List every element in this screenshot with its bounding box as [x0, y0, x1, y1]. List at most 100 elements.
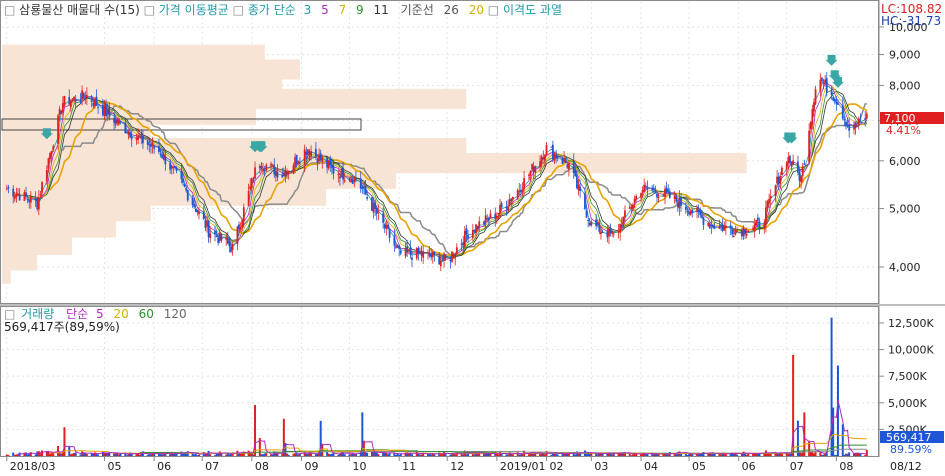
volume-profile-bar — [2, 235, 73, 256]
candle-body — [617, 230, 620, 232]
candle-body — [230, 246, 232, 252]
candle-body — [411, 257, 413, 260]
candle-body — [329, 159, 332, 166]
candle-body — [138, 136, 141, 138]
candle-body — [191, 197, 194, 205]
candle-body — [444, 254, 447, 259]
candle-body — [273, 165, 276, 175]
candle-body — [231, 244, 234, 251]
candle-body — [460, 243, 463, 245]
candle-body — [489, 213, 492, 218]
candle-body — [564, 158, 567, 163]
candle-body — [319, 153, 322, 161]
candle-body — [664, 188, 666, 197]
candle-body — [657, 196, 660, 199]
candle-body — [718, 226, 721, 229]
candle-body — [404, 247, 407, 257]
candle-body — [521, 189, 524, 192]
candle-body — [249, 185, 252, 190]
candle-body — [198, 211, 200, 215]
candle-body — [321, 157, 324, 162]
volume-bar — [265, 453, 268, 456]
candle-body — [226, 237, 229, 244]
candle-body — [865, 113, 868, 119]
candle-body — [137, 135, 140, 140]
candle-body — [787, 157, 790, 163]
candle-body — [428, 253, 431, 257]
candle-body — [792, 160, 795, 165]
candle-body — [327, 161, 330, 169]
candle-body — [34, 198, 37, 201]
candle-body — [359, 178, 362, 189]
candle-body — [60, 111, 63, 114]
candle-body — [723, 226, 726, 231]
candle-body — [848, 124, 851, 131]
legend-marker-icon: □ — [233, 3, 244, 17]
candle-body — [596, 222, 599, 225]
candle-body — [146, 141, 149, 145]
candle-body — [419, 252, 421, 254]
candle-body — [129, 132, 132, 138]
candle-body — [355, 178, 357, 180]
candle-body — [779, 176, 782, 184]
candle-body — [543, 155, 546, 161]
candle-body — [745, 233, 748, 236]
candle-body — [620, 224, 623, 227]
candle-body — [531, 164, 533, 170]
candle-body — [611, 231, 614, 234]
candle-body — [348, 178, 351, 181]
candle-body — [398, 245, 401, 249]
candle-body — [462, 242, 465, 246]
volume-bar — [511, 454, 514, 456]
candle-body — [584, 193, 586, 209]
candle-body — [654, 190, 657, 194]
candle-body — [452, 253, 455, 257]
candle-body — [505, 206, 508, 209]
candle-body — [79, 100, 82, 102]
candle-body — [676, 202, 679, 208]
candle-body — [36, 198, 39, 209]
date-tick-label: 08 — [255, 460, 269, 473]
candle-body — [622, 216, 625, 225]
candle-body — [449, 259, 452, 261]
date-tick-label: 2018/03 — [10, 460, 56, 473]
candle-body — [776, 176, 779, 184]
volume-bar — [579, 453, 582, 456]
candle-body — [732, 236, 735, 238]
candle-body — [843, 119, 846, 121]
candle-body — [774, 185, 777, 197]
chart-title: 삼룡물산 매물대 수(15) — [19, 3, 140, 17]
candle-body — [169, 162, 172, 170]
candle-body — [454, 253, 457, 259]
date-tick-label: 09 — [304, 460, 318, 473]
candle-body — [238, 224, 240, 230]
candle-body — [127, 131, 130, 135]
candle-body — [417, 248, 420, 254]
legend-period-5: 5 — [321, 3, 329, 17]
candle-body — [202, 211, 205, 219]
candle-body — [665, 187, 668, 192]
candle-body — [108, 107, 111, 116]
candle-body — [856, 125, 859, 127]
candle-body — [438, 255, 441, 265]
price-tick-label: 4,000 — [889, 261, 921, 274]
candle-body — [215, 235, 218, 238]
candle-body — [332, 165, 335, 174]
candle-body — [822, 82, 825, 84]
candle-body — [689, 211, 692, 215]
volume-bar — [567, 453, 570, 456]
candle-body — [242, 207, 245, 221]
candle-body — [691, 209, 694, 213]
candle-body — [752, 227, 754, 230]
candle-body — [50, 150, 53, 155]
candle-body — [790, 161, 793, 167]
candle-body — [808, 130, 811, 163]
candle-body — [318, 154, 320, 162]
candle-body — [441, 259, 444, 261]
candle-body — [124, 122, 127, 133]
candle-body — [832, 97, 835, 101]
candle-body — [175, 167, 178, 171]
candle-body — [475, 224, 477, 234]
candle-body — [853, 124, 855, 130]
candle-body — [495, 215, 498, 219]
